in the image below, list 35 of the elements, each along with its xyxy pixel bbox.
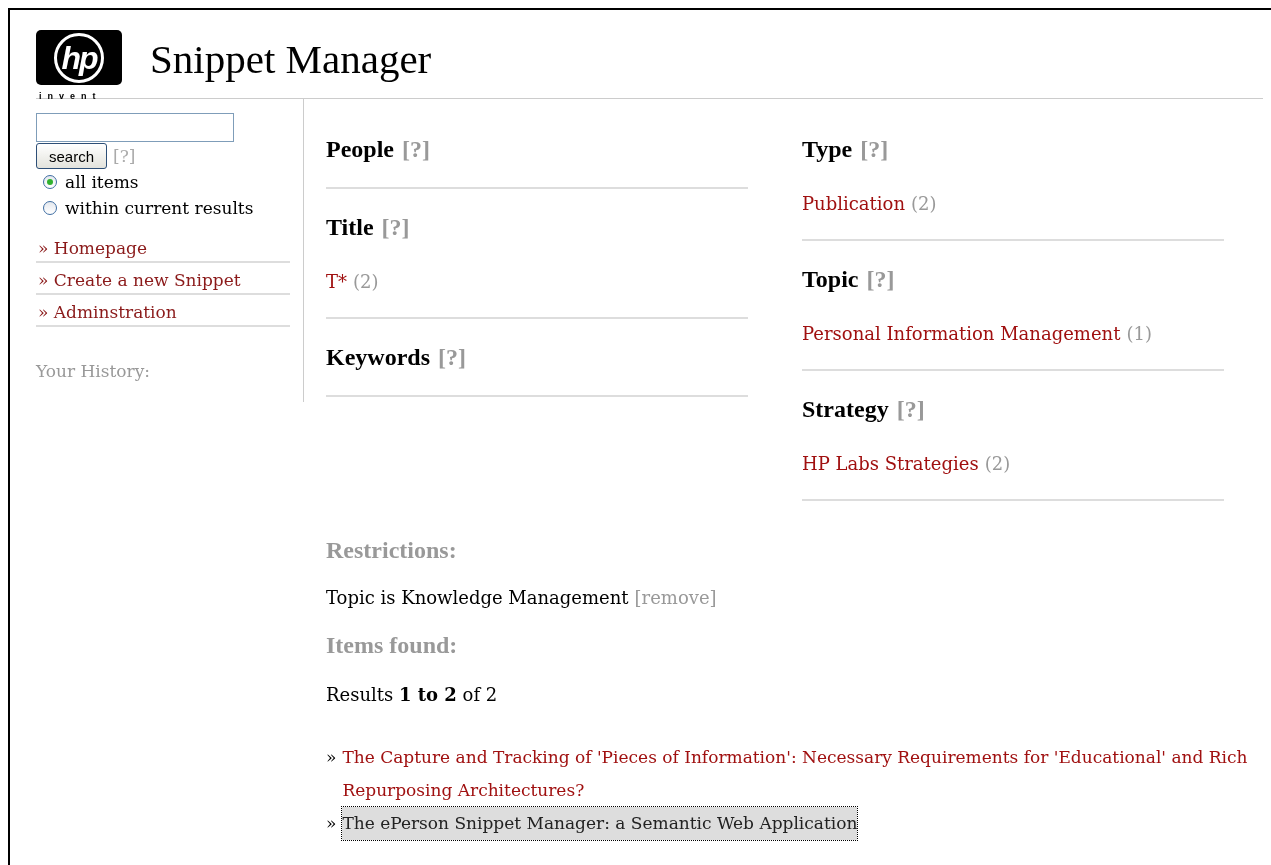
result-link[interactable]: The Capture and Tracking of 'Pieces of Information': Necessary Requirements for 'Educational' and Rich Repurposing Architectures? bbox=[342, 741, 1251, 807]
result-link[interactable]: The ePerson Snippet Manager: a Semantic Web Application bbox=[342, 807, 858, 840]
nav-link[interactable]: » Create a new Snippet bbox=[38, 267, 241, 293]
bullet: » bbox=[326, 812, 337, 835]
facet-link[interactable]: Publication bbox=[802, 193, 905, 214]
nav-link[interactable]: » Homepage bbox=[38, 235, 147, 261]
page-title: Snippet Manager bbox=[150, 35, 432, 83]
search-button[interactable]: search bbox=[36, 143, 108, 169]
facet-title: People bbox=[326, 136, 394, 162]
facet-count: (2) bbox=[984, 453, 1011, 474]
logo-tagline: invent bbox=[38, 91, 102, 101]
bullet: » bbox=[326, 746, 337, 769]
facet-link[interactable]: HP Labs Strategies bbox=[802, 453, 979, 474]
radio-label[interactable]: within current results bbox=[65, 198, 254, 218]
search-field[interactable] bbox=[36, 113, 234, 142]
section-heading: Restrictions: bbox=[326, 536, 458, 565]
logo: hp bbox=[36, 30, 122, 85]
facet-count: (1) bbox=[1126, 323, 1152, 344]
radio-button[interactable] bbox=[43, 201, 57, 215]
restriction-text: Topic is Knowledge Management bbox=[326, 587, 629, 608]
facet-link[interactable]: Personal Information Management bbox=[802, 323, 1121, 344]
facet-title: Type bbox=[802, 136, 853, 162]
facet-count: (2) bbox=[911, 193, 937, 214]
nav-link[interactable]: » Adminstration bbox=[38, 299, 177, 325]
section-heading: Items found: bbox=[326, 631, 459, 660]
facet-link[interactable]: T* bbox=[326, 271, 347, 292]
results-summary: Results 1 to 2 of 2 bbox=[326, 684, 499, 705]
facet-title: Topic bbox=[802, 266, 859, 292]
radio-button[interactable] bbox=[43, 175, 57, 189]
facet-title: Title bbox=[326, 214, 374, 240]
history-label: Your History: bbox=[36, 361, 151, 381]
facet-count: (2) bbox=[353, 271, 379, 292]
facet-title: Strategy bbox=[802, 396, 889, 422]
radio-label[interactable]: all items bbox=[65, 172, 139, 192]
facet-title: Keywords bbox=[326, 344, 430, 370]
